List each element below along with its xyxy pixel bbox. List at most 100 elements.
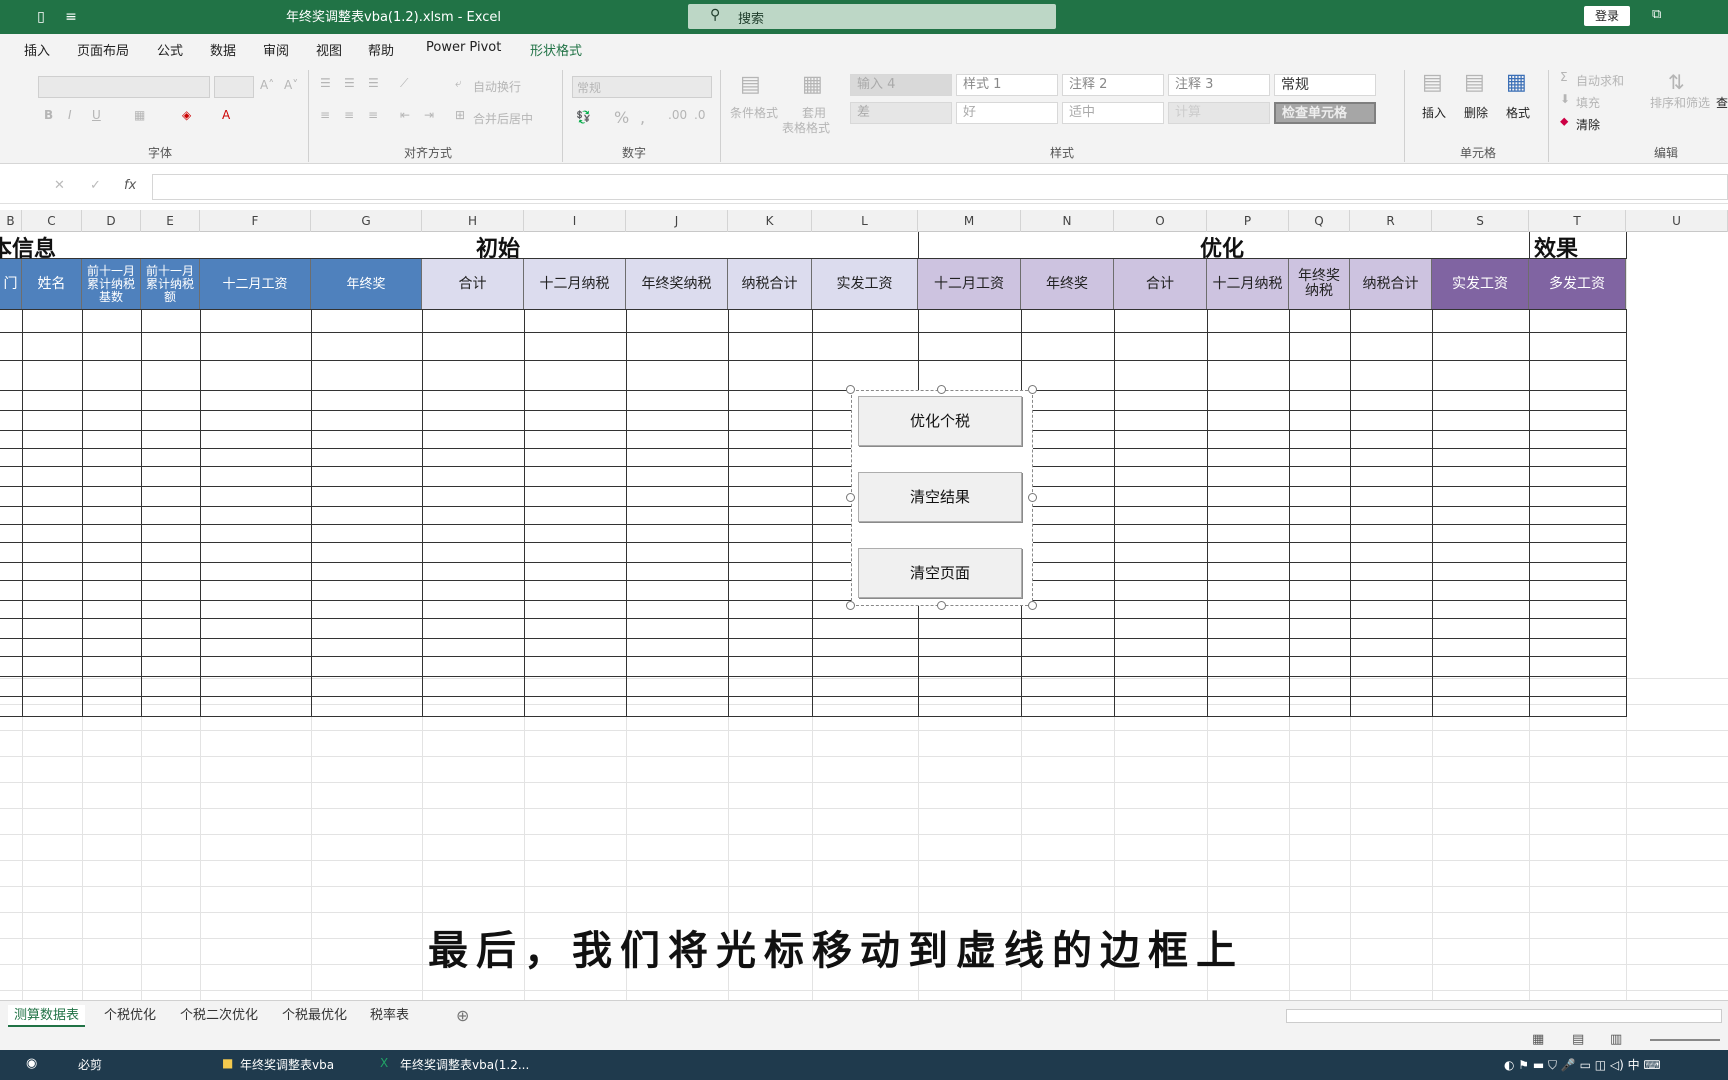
increase-decimal-icon[interactable]: .00 <box>668 108 687 122</box>
header-name[interactable]: 姓名 <box>22 259 82 309</box>
header-opt-net-salary[interactable]: 实发工资 <box>1432 259 1529 309</box>
conditional-format-label[interactable]: 条件格式 <box>730 104 778 121</box>
taskbar-app-bijian[interactable]: 必剪 <box>78 1056 102 1073</box>
clear-icon[interactable]: ⬥ <box>1560 114 1568 129</box>
conditional-format-icon[interactable]: ▤ <box>740 72 761 97</box>
zoom-slider[interactable] <box>1650 1039 1720 1041</box>
normal-view-icon[interactable]: ▦ <box>1532 1032 1544 1047</box>
customize-toolbar-icon[interactable]: ≡ <box>62 8 80 26</box>
number-format-combo[interactable]: 常规 <box>572 76 712 98</box>
merge-center-label[interactable]: 合并后居中 <box>473 110 533 127</box>
column-header[interactable]: B <box>0 210 22 232</box>
style-bad[interactable]: 差 <box>850 102 952 124</box>
table-format-icon[interactable]: ▦ <box>802 72 823 97</box>
fill-icon[interactable]: ⬇ <box>1560 92 1570 106</box>
sheet-tab-tax-rates[interactable]: 税率表 <box>370 1005 409 1027</box>
header-dec-salary[interactable]: 十二月工资 <box>200 259 311 309</box>
add-sheet-icon[interactable]: ⊕ <box>456 1005 469 1027</box>
tab-power-pivot[interactable]: Power Pivot <box>426 40 501 55</box>
find-label[interactable]: 查 <box>1716 94 1728 111</box>
header-year-end-bonus[interactable]: 年终奖 <box>311 259 422 309</box>
fill-color-icon[interactable]: ◈ <box>182 108 191 122</box>
sheet-tab-tax-best[interactable]: 个税最优化 <box>282 1005 347 1027</box>
enter-icon[interactable]: ✓ <box>90 178 101 193</box>
font-size-combo[interactable] <box>214 76 254 98</box>
horizontal-scrollbar[interactable] <box>1286 1009 1722 1023</box>
header-prior-tax-amount[interactable]: 前十一月累计纳税额 <box>141 259 200 309</box>
clear-label[interactable]: 清除 <box>1576 116 1600 133</box>
italic-icon[interactable]: I <box>68 108 72 122</box>
insert-cells-label[interactable]: 插入 <box>1422 104 1446 121</box>
percent-icon[interactable]: % <box>614 108 629 127</box>
tab-help[interactable]: 帮助 <box>368 40 394 59</box>
column-header[interactable]: U <box>1626 210 1728 232</box>
delete-cells-icon[interactable]: ▤ <box>1464 70 1485 95</box>
tab-formulas[interactable]: 公式 <box>157 40 183 59</box>
sheet-tab-tax-opt[interactable]: 个税优化 <box>104 1005 156 1027</box>
file-icon[interactable]: ▯ <box>32 8 50 26</box>
column-header[interactable]: F <box>200 210 311 232</box>
formula-input[interactable] <box>152 174 1728 200</box>
table-format-label-2[interactable]: 表格格式 <box>782 119 830 136</box>
resize-handle[interactable] <box>937 601 946 610</box>
border-icon[interactable]: ▦ <box>134 108 145 122</box>
align-middle-icon[interactable]: ☰ <box>344 76 355 90</box>
header-bonus-tax[interactable]: 年终奖纳税 <box>626 259 728 309</box>
style-check-cell[interactable]: 检查单元格 <box>1274 102 1376 124</box>
style-neutral[interactable]: 适中 <box>1062 102 1164 124</box>
style-normal[interactable]: 常规 <box>1274 74 1376 96</box>
column-header[interactable]: K <box>728 210 812 232</box>
tab-shape-format[interactable]: 形状格式 <box>530 40 582 59</box>
page-layout-view-icon[interactable]: ▤ <box>1572 1032 1584 1047</box>
insert-cells-icon[interactable]: ▤ <box>1422 70 1443 95</box>
tab-data[interactable]: 数据 <box>210 40 236 59</box>
header-opt-tax-total[interactable]: 纳税合计 <box>1350 259 1432 309</box>
column-header[interactable]: M <box>918 210 1021 232</box>
column-header[interactable]: H <box>422 210 524 232</box>
page-break-view-icon[interactable]: ▥ <box>1610 1032 1622 1047</box>
header-total[interactable]: 合计 <box>422 259 524 309</box>
comma-icon[interactable]: , <box>640 108 645 127</box>
column-header[interactable]: D <box>82 210 141 232</box>
insert-function-icon[interactable]: fx <box>124 178 136 193</box>
column-header[interactable]: L <box>812 210 918 232</box>
decrease-font-icon[interactable]: A˅ <box>284 78 298 92</box>
autosum-label[interactable]: 自动求和 <box>1576 72 1624 89</box>
format-cells-icon[interactable]: ▦ <box>1506 70 1527 95</box>
bold-icon[interactable]: B <box>44 108 53 122</box>
align-center-icon[interactable]: ≡ <box>344 108 354 122</box>
align-top-icon[interactable]: ☰ <box>320 76 331 90</box>
style-note-2[interactable]: 注释 2 <box>1062 74 1164 96</box>
sort-filter-label[interactable]: 排序和筛选 <box>1650 94 1710 111</box>
column-header[interactable]: O <box>1114 210 1207 232</box>
optimize-tax-button[interactable]: 优化个税 <box>858 396 1022 446</box>
resize-handle[interactable] <box>1028 601 1037 610</box>
indent-increase-icon[interactable]: ⇥ <box>424 108 434 122</box>
sheet-tab-tax-opt-2[interactable]: 个税二次优化 <box>180 1005 258 1027</box>
column-header[interactable]: G <box>311 210 422 232</box>
column-header[interactable]: P <box>1207 210 1289 232</box>
wrap-text-label[interactable]: 自动换行 <box>473 78 521 95</box>
taskbar-app-folder[interactable]: 年终奖调整表vba <box>240 1056 334 1073</box>
column-header[interactable]: J <box>626 210 728 232</box>
underline-icon[interactable]: U <box>92 108 101 122</box>
header-opt-dec-salary[interactable]: 十二月工资 <box>918 259 1021 309</box>
taskbar-app-excel[interactable]: 年终奖调整表vba(1.2... <box>400 1056 529 1073</box>
delete-cells-label[interactable]: 删除 <box>1464 104 1488 121</box>
column-header[interactable]: T <box>1529 210 1626 232</box>
indent-decrease-icon[interactable]: ⇤ <box>400 108 410 122</box>
autosum-icon[interactable]: Σ <box>1560 70 1568 84</box>
header-opt-bonus-tax[interactable]: 年终奖纳税 <box>1289 259 1350 309</box>
increase-font-icon[interactable]: A˄ <box>260 78 274 92</box>
style-input-4[interactable]: 输入 4 <box>850 74 952 96</box>
tab-view[interactable]: 视图 <box>316 40 342 59</box>
style-calculation[interactable]: 计算 <box>1168 102 1270 124</box>
header-opt-total[interactable]: 合计 <box>1114 259 1207 309</box>
resize-handle[interactable] <box>1028 385 1037 394</box>
header-prior-tax-base[interactable]: 前十一月累计纳税基数 <box>82 259 141 309</box>
style-1[interactable]: 样式 1 <box>956 74 1058 96</box>
format-cells-label[interactable]: 格式 <box>1506 104 1530 121</box>
column-header[interactable]: S <box>1432 210 1529 232</box>
column-header[interactable]: C <box>22 210 82 232</box>
taskview-icon[interactable]: ◉ <box>26 1056 37 1071</box>
